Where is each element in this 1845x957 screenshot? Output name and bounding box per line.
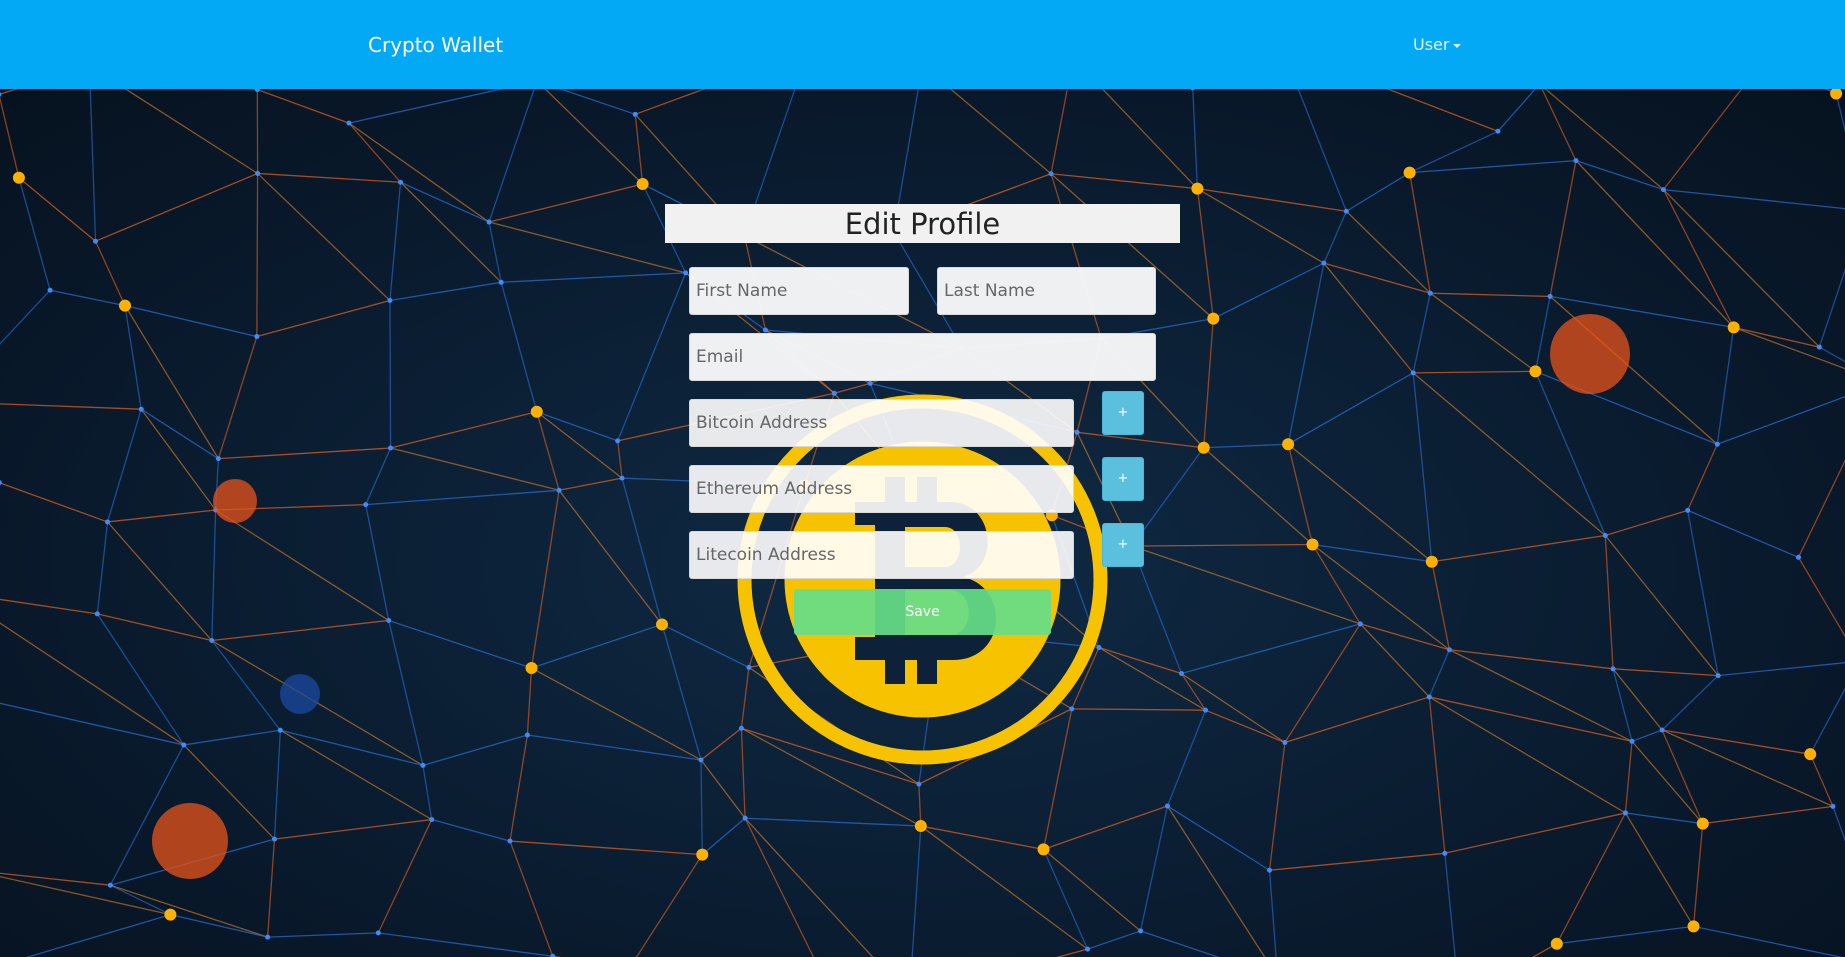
user-dropdown-toggle[interactable]: User [1413, 33, 1462, 57]
top-navbar: Crypto Wallet User [0, 0, 1845, 89]
add-bitcoin-address-button[interactable]: + [1102, 391, 1144, 435]
caret-down-icon [1453, 44, 1462, 48]
brand-link[interactable]: Crypto Wallet [368, 31, 503, 59]
user-menu-label: User [1413, 35, 1450, 54]
last-name-input[interactable] [937, 267, 1156, 315]
edit-profile-title: Edit Profile [665, 204, 1180, 243]
bitcoin-logo-icon [737, 394, 1108, 765]
save-button[interactable]: Save [794, 589, 1051, 635]
email-input[interactable] [689, 333, 1156, 381]
ethereum-address-input[interactable] [689, 465, 1074, 513]
add-litecoin-address-button[interactable]: + [1102, 523, 1144, 567]
first-name-input[interactable] [689, 267, 909, 315]
litecoin-address-input[interactable] [689, 531, 1074, 579]
bitcoin-address-input[interactable] [689, 399, 1074, 447]
add-ethereum-address-button[interactable]: + [1102, 457, 1144, 501]
